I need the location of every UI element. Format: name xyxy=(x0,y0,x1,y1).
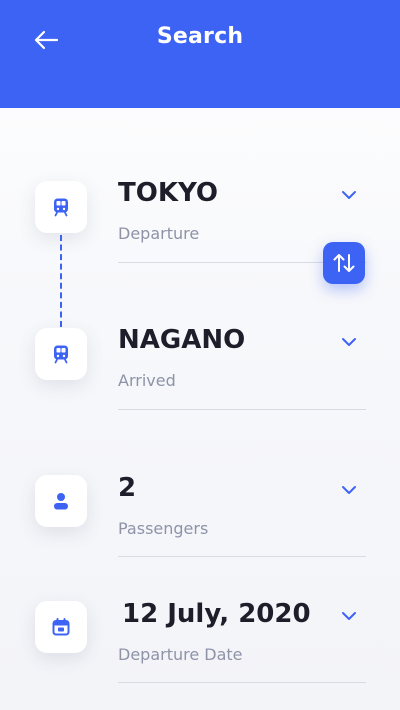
arrival-value: NAGANO xyxy=(118,325,246,355)
passengers-value: 2 xyxy=(118,473,137,503)
divider xyxy=(118,409,366,410)
app-header: Search xyxy=(0,0,400,108)
passengers-label: Passengers xyxy=(118,519,209,538)
chevron-down-icon[interactable] xyxy=(340,186,358,204)
departure-label: Departure xyxy=(118,224,200,243)
divider xyxy=(118,682,366,683)
departure-date-value: 12 July, 2020 xyxy=(122,599,311,629)
train-icon xyxy=(54,198,68,217)
swap-vertical-icon xyxy=(333,254,355,272)
train-icon xyxy=(54,345,68,364)
arrival-field[interactable]: NAGANO Arrived xyxy=(118,325,366,395)
divider xyxy=(118,556,366,557)
person-icon xyxy=(54,493,68,510)
departure-date-label: Departure Date xyxy=(118,645,243,664)
passengers-field[interactable]: 2 Passengers xyxy=(118,473,366,543)
arrival-icon-box xyxy=(35,328,87,380)
date-icon-box xyxy=(35,601,87,653)
page-title: Search xyxy=(156,24,244,49)
chevron-down-icon[interactable] xyxy=(340,333,358,351)
departure-value: TOKYO xyxy=(118,178,218,208)
route-connector-line xyxy=(60,235,62,327)
passengers-icon-box xyxy=(35,475,87,527)
departure-icon-box xyxy=(35,181,87,233)
chevron-down-icon[interactable] xyxy=(340,607,358,625)
calendar-icon xyxy=(52,618,70,636)
departure-field[interactable]: TOKYO Departure xyxy=(118,178,366,248)
chevron-down-icon[interactable] xyxy=(340,481,358,499)
departure-date-field[interactable]: 12 July, 2020 Departure Date xyxy=(118,599,366,669)
swap-stations-button[interactable] xyxy=(323,242,365,284)
arrival-label: Arrived xyxy=(118,371,176,390)
